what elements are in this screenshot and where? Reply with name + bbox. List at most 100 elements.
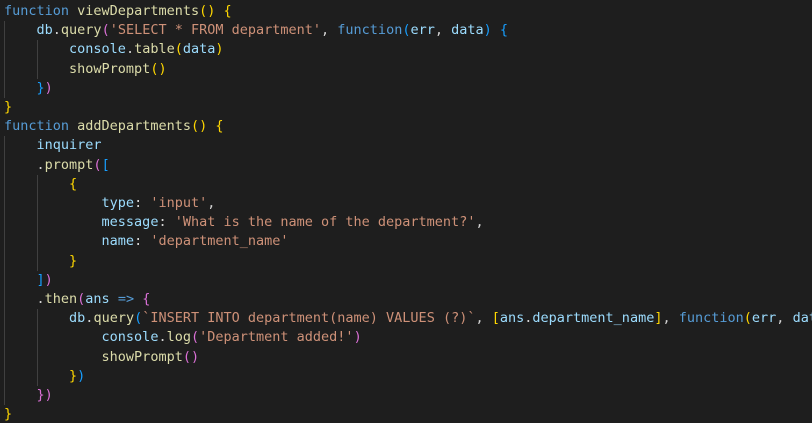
code-line[interactable]: }): [4, 79, 53, 98]
code-line[interactable]: showPrompt(): [4, 348, 200, 367]
code-line[interactable]: .prompt([: [4, 156, 110, 175]
code-token: (): [199, 3, 216, 19]
code-token: table: [134, 41, 175, 58]
code-token: then: [44, 291, 78, 307]
code-token: db: [69, 310, 86, 327]
code-token: db: [36, 22, 53, 39]
code-token: message: [101, 214, 159, 231]
code-line[interactable]: }): [4, 367, 85, 386]
code-line[interactable]: db.query(`INSERT INTO department(name) V…: [4, 309, 812, 328]
code-token: {: [215, 118, 224, 135]
code-token: (: [101, 22, 110, 39]
code-token: function: [4, 3, 70, 19]
code-line[interactable]: ]): [4, 271, 53, 290]
code-line[interactable]: }: [4, 98, 12, 117]
code-line[interactable]: {: [4, 175, 77, 194]
code-token: function: [4, 118, 70, 135]
code-token: ans: [499, 310, 525, 327]
code-token: (: [93, 156, 102, 173]
code-line[interactable]: console.table(data): [4, 40, 223, 59]
code-line[interactable]: message: 'What is the name of the depart…: [4, 213, 484, 232]
code-line[interactable]: }: [4, 252, 77, 271]
code-token: }: [4, 406, 13, 423]
code-token: type: [101, 195, 135, 211]
code-token: `INSERT INTO department(name) VALUES (?)…: [142, 310, 476, 327]
code-line[interactable]: function viewDepartments() {: [4, 2, 232, 21]
code-token: name: [101, 233, 135, 250]
code-token: 'Department added!': [199, 329, 354, 346]
code-token: prompt: [44, 156, 94, 173]
code-token: ): [77, 367, 86, 384]
code-token: ): [44, 79, 53, 96]
code-token: 'SELECT * FROM department': [109, 22, 322, 39]
code-token: ): [483, 22, 492, 39]
code-line[interactable]: name: 'department_name': [4, 232, 289, 251]
code-line[interactable]: .then(ans => {: [4, 290, 151, 309]
code-token: data: [792, 310, 812, 327]
code-line[interactable]: console.log('Department added!'): [4, 328, 362, 347]
code-token: (: [174, 41, 183, 58]
code-token: err: [410, 22, 435, 39]
code-line[interactable]: showPrompt(): [4, 60, 167, 79]
code-token: =>: [117, 291, 135, 307]
code-token: :: [134, 195, 151, 211]
code-token: query: [93, 310, 135, 327]
code-token: ): [44, 271, 53, 288]
code-token: data: [182, 41, 216, 58]
code-token: (): [190, 118, 208, 135]
code-token: inquirer: [36, 137, 102, 154]
code-token: console: [69, 41, 126, 58]
code-token: .: [4, 156, 45, 173]
code-token: {: [142, 291, 151, 307]
code-token: ,: [662, 310, 679, 327]
code-token: }: [69, 252, 78, 269]
code-token: [: [491, 310, 500, 327]
code-line[interactable]: function addDepartments() {: [4, 117, 224, 136]
code-token: 'input': [150, 195, 208, 211]
code-token: [: [101, 156, 110, 173]
code-token: console: [101, 329, 159, 346]
code-line[interactable]: db.query('SELECT * FROM department', fun…: [4, 21, 509, 40]
code-token: ,: [321, 22, 338, 39]
code-token: ans: [85, 291, 110, 307]
code-line[interactable]: type: 'input',: [4, 194, 216, 213]
code-token: (): [182, 348, 200, 365]
code-token: 'department_name': [150, 233, 289, 250]
code-token: (: [190, 329, 200, 346]
code-token: data: [451, 22, 484, 39]
code-token: query: [60, 22, 102, 39]
code-token: 'What is the name of the department?': [174, 214, 476, 231]
code-token: }: [4, 99, 13, 115]
code-token: viewDepartments: [77, 3, 200, 19]
code-line[interactable]: inquirer: [4, 136, 102, 155]
code-token: ): [353, 329, 362, 346]
code-editor[interactable]: function viewDepartments() { db.query('S…: [0, 0, 812, 423]
code-token: }: [36, 79, 45, 96]
code-token: :: [134, 233, 151, 250]
code-token: ,: [434, 22, 452, 39]
code-line[interactable]: }): [4, 386, 53, 405]
code-token: .: [4, 291, 45, 307]
code-token: {: [223, 3, 232, 19]
code-token: ]: [36, 271, 45, 288]
code-token: function: [337, 22, 403, 39]
code-token: ,: [475, 214, 484, 231]
code-line[interactable]: }: [4, 405, 12, 423]
code-token: (: [134, 310, 143, 327]
